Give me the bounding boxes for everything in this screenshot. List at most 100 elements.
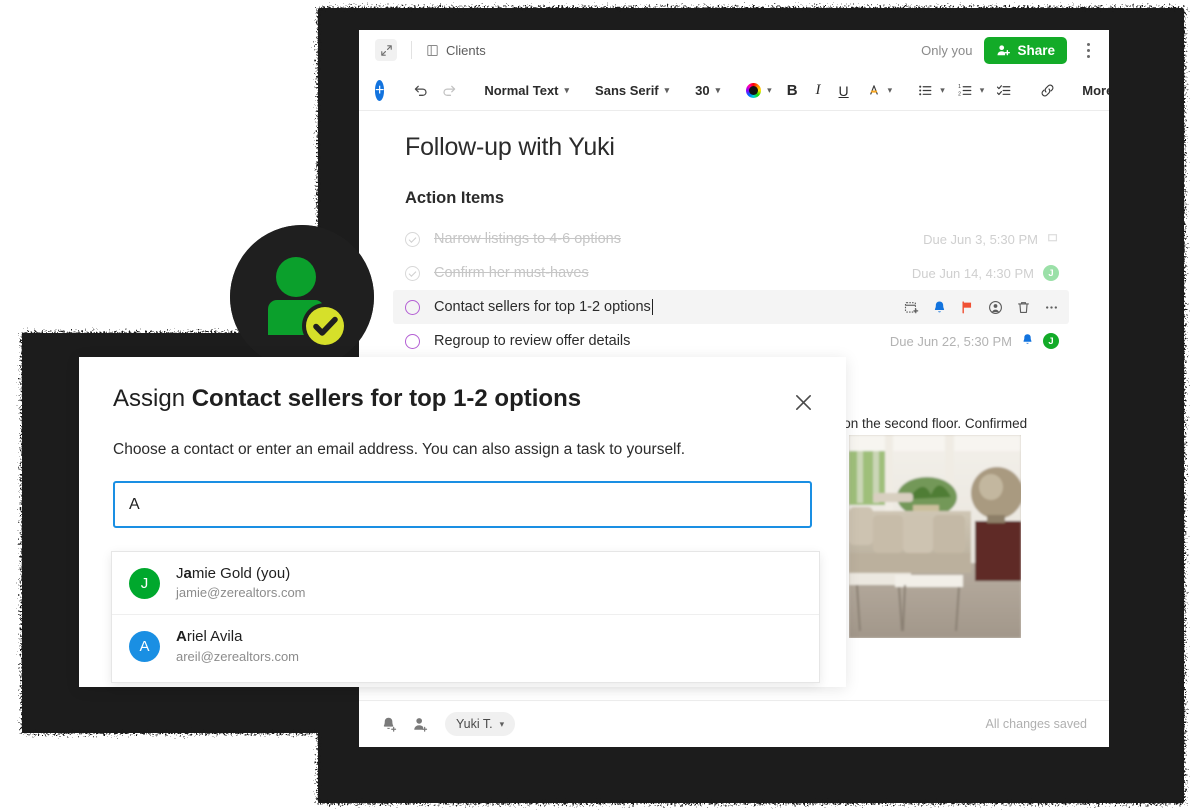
underline-button[interactable]: U [830,77,858,105]
link-glyph [1041,84,1054,97]
contact-name-prefix: J [176,565,184,582]
more-tools-dropdown[interactable]: More ▾ [1076,77,1109,105]
chevron-down-icon: ▾ [767,85,772,95]
living-room-photo [849,435,1021,638]
section-heading: Action Items [405,189,505,207]
person-add-icon [997,44,1011,55]
contact-name-match: A [176,628,187,646]
avatar: A [129,630,160,662]
dialog-title-prefix: Assign [113,385,192,412]
expand-arrows-icon[interactable] [375,39,397,61]
avatar[interactable]: J [1043,265,1059,281]
dialog-description: Choose a contact or enter an email addre… [113,441,686,458]
flag-icon[interactable] [960,300,975,315]
header-divider [411,41,412,59]
calendar-add-icon[interactable] [904,300,919,315]
visibility-label: Only you [921,42,973,58]
chevron-down-icon: ▾ [715,85,721,95]
bullet-list-glyph [919,85,932,96]
task-label: Contact sellers for top 1-2 options [434,299,651,315]
font-size-dropdown[interactable]: 30 ▾ [689,77,726,105]
document-paragraph-fragment: in on the second floor. Confirmed [829,416,1028,431]
task-label: Narrow listings to 4-6 options [434,231,621,247]
person-add-icon[interactable] [412,716,429,733]
text-cursor [651,299,654,315]
more-options-icon[interactable] [1044,300,1059,315]
redo-icon[interactable] [435,77,464,105]
contact-name: Jamie Gold (you) [176,565,290,582]
close-icon[interactable] [790,389,816,415]
list-item[interactable]: A Ariel Avila areil@zerealtors.com [112,615,819,681]
expand-arrows-glyph [380,44,392,56]
contact-name: Ariel Avila [176,628,242,645]
doc-breadcrumb-label: Clients [446,42,486,58]
assign-person-icon[interactable] [988,300,1003,315]
assignee-suggestions-list: J Jamie Gold (you) jamie@zerealtors.com … [111,551,820,683]
color-wheel-glyph [746,83,762,98]
text-color-ring-icon[interactable]: ▾ [740,77,778,105]
assigned-person-check-badge [230,225,374,369]
save-status: All changes saved [985,717,1087,731]
task-checkbox-completed-icon[interactable] [405,265,420,281]
document-body: Follow-up with Yuki Action Items Narrow … [359,111,1109,394]
bullet-list-icon[interactable]: ▾ [911,77,951,105]
task-label: Confirm her must-haves [434,265,589,281]
window-header: Clients Only you Share [359,30,1109,71]
action-items-list: Narrow listings to 4-6 options Due Jun 3… [393,222,1069,358]
contact-name-suffix: mie Gold (you) [191,565,291,582]
checklist-glyph [997,85,1011,96]
bold-button[interactable]: B [778,77,807,105]
task-row[interactable]: Confirm her must-haves Due Jun 14, 4:30 … [393,256,1069,290]
list-item[interactable]: J Jamie Gold (you) jamie@zerealtors.com [112,552,819,616]
task-checkbox-icon[interactable] [405,333,420,349]
link-icon[interactable] [1033,77,1062,105]
contact-email: jamie@zerealtors.com [176,585,306,601]
trash-icon[interactable] [1016,300,1031,315]
contact-name-match: a [183,565,192,582]
highlight-pen-icon[interactable]: ▾ [858,77,898,105]
svg-text:2: 2 [958,91,961,97]
collaborator-chip[interactable]: Yuki T. ▾ [445,712,516,736]
flag-outline-icon[interactable] [1047,233,1059,245]
assignee-search-input[interactable] [113,481,812,528]
chevron-down-icon: ▾ [564,85,570,95]
task-label: Regroup to review offer details [434,333,631,349]
contact-email: areil@zerealtors.com [176,648,300,664]
doc-breadcrumb-clients[interactable]: Clients [426,43,486,58]
close-glyph [795,394,811,410]
undo-icon[interactable] [406,77,435,105]
bell-add-icon[interactable] [381,716,398,733]
plus-circle-icon[interactable]: + [375,80,385,101]
numbered-list-icon[interactable]: 1 2 ▾ [951,77,991,105]
checklist-icon[interactable] [990,77,1019,105]
font-family-label: Sans Serif [595,83,659,98]
more-tools-label: More [1082,83,1109,98]
bell-icon[interactable] [1021,333,1034,350]
font-size-label: 30 [695,83,710,98]
task-row[interactable]: Narrow listings to 4-6 options Due Jun 3… [393,222,1069,256]
italic-button[interactable]: I [807,77,830,105]
task-due-date: Due Jun 22, 5:30 PM [889,333,1012,349]
paragraph-style-dropdown[interactable]: Normal Text ▾ [478,77,575,105]
task-checkbox-completed-icon[interactable] [405,231,420,247]
highlight-glyph [869,84,878,95]
bold-label: B [786,82,798,99]
badge-glyph [230,225,374,369]
underline-label: U [838,82,849,99]
task-row-active[interactable]: Contact sellers for top 1-2 options [393,290,1069,324]
task-due-date: Due Jun 14, 4:30 PM [911,265,1034,281]
document-icon [427,44,438,56]
screenshot-root: Clients Only you Share + Normal Text ▾ S… [0,0,1200,811]
bell-icon[interactable] [932,300,947,315]
chevron-down-icon: ▾ [940,85,945,95]
window-footer: Yuki T. ▾ All changes saved [359,700,1109,747]
avatar[interactable]: J [1043,333,1059,349]
task-row[interactable]: Regroup to review offer details Due Jun … [393,324,1069,358]
font-family-dropdown[interactable]: Sans Serif ▾ [589,77,675,105]
chevron-down-icon: ▾ [887,85,893,95]
chevron-down-icon: ▾ [979,85,985,95]
share-button[interactable]: Share [984,36,1067,64]
kebab-menu-icon[interactable] [1079,39,1097,61]
collaborator-name: Yuki T. [456,717,493,731]
task-checkbox-icon[interactable] [405,299,420,315]
